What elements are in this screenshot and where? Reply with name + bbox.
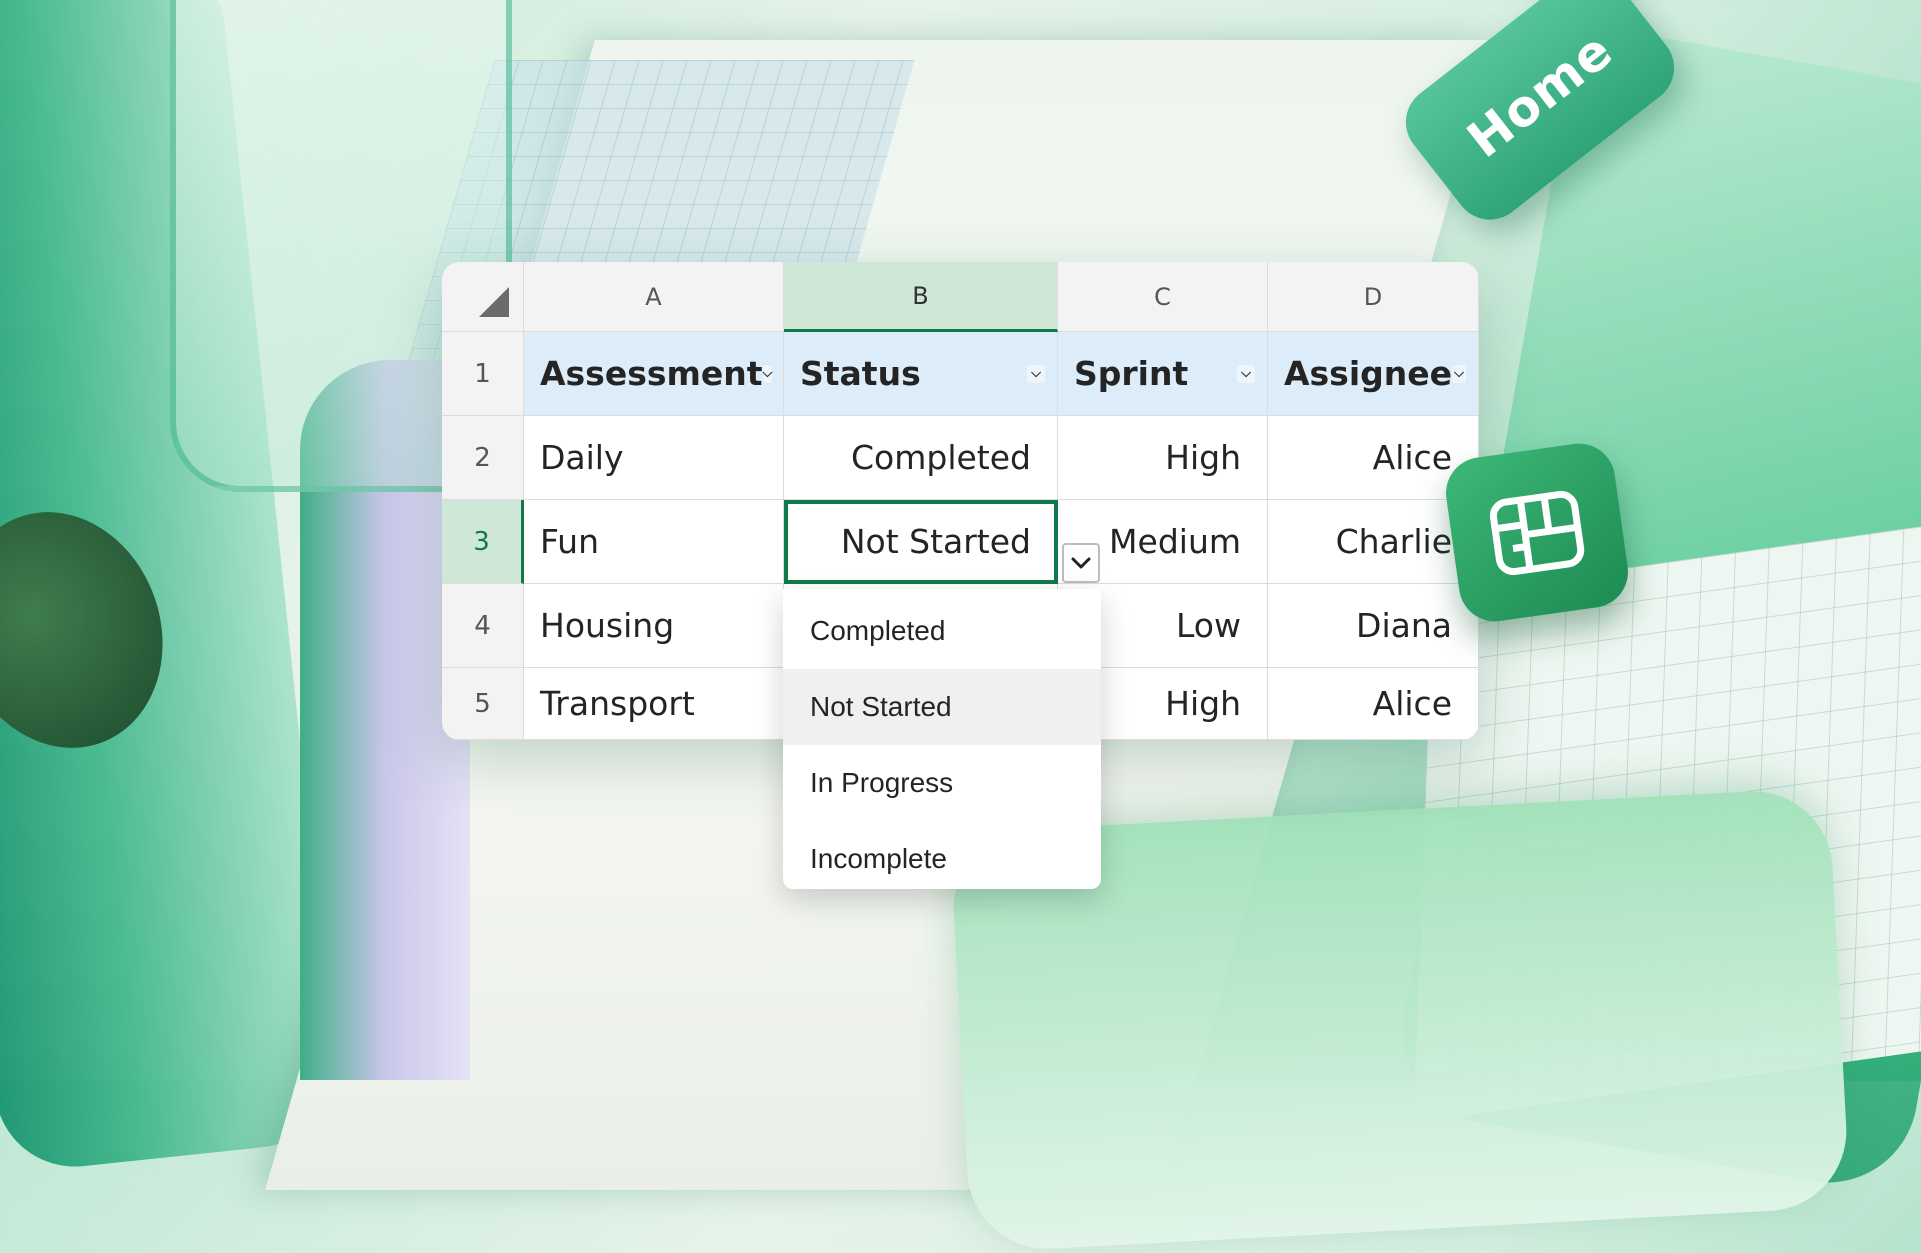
select-all-corner[interactable]	[442, 262, 524, 332]
header-label-sprint: Sprint	[1074, 354, 1189, 393]
table-glyph-icon	[1489, 490, 1585, 575]
dropdown-option-not-started[interactable]: Not Started	[783, 669, 1101, 745]
header-label-assignee: Assignee	[1284, 354, 1453, 393]
dropdown-option-in-progress[interactable]: In Progress	[783, 745, 1101, 821]
cell-b2[interactable]: Completed	[784, 416, 1058, 500]
status-dropdown-menu: Completed Not Started In Progress Incomp…	[783, 589, 1101, 889]
header-cell-status[interactable]: Status ⌵	[784, 332, 1058, 416]
header-label-assessment: Assessment	[540, 354, 763, 393]
cell-a3[interactable]: Fun	[524, 500, 784, 584]
filter-chevron-down-icon[interactable]: ⌵	[1452, 364, 1466, 383]
row-header-2[interactable]: 2	[442, 416, 524, 500]
filter-chevron-down-icon[interactable]: ⌵	[1237, 364, 1255, 383]
row-header-4[interactable]: 4	[442, 584, 524, 668]
filter-chevron-down-icon[interactable]: ⌵	[762, 364, 773, 383]
column-header-a[interactable]: A	[524, 262, 784, 332]
cell-b3-selected[interactable]: Not Started	[784, 500, 1058, 584]
header-label-status: Status	[800, 354, 921, 393]
excel-table-icon	[1441, 438, 1633, 627]
cell-d3[interactable]: Charlie	[1268, 500, 1479, 584]
dropdown-option-incomplete[interactable]: Incomplete	[783, 821, 1101, 897]
header-cell-assessment[interactable]: Assessment ⌵	[524, 332, 784, 416]
header-cell-sprint[interactable]: Sprint ⌵	[1058, 332, 1268, 416]
cell-c2[interactable]: High	[1058, 416, 1268, 500]
row-header-5[interactable]: 5	[442, 668, 524, 740]
column-header-d[interactable]: D	[1268, 262, 1479, 332]
column-header-b[interactable]: B	[784, 262, 1058, 332]
cell-a4[interactable]: Housing	[524, 584, 784, 668]
dropdown-button[interactable]	[1062, 543, 1100, 583]
column-header-c[interactable]: C	[1058, 262, 1268, 332]
select-all-triangle-icon	[479, 287, 509, 317]
chevron-down-icon	[1071, 557, 1091, 569]
row-header-1[interactable]: 1	[442, 332, 524, 416]
header-cell-assignee[interactable]: Assignee ⌵	[1268, 332, 1479, 416]
row-header-3[interactable]: 3	[442, 500, 524, 584]
cell-a5[interactable]: Transport	[524, 668, 784, 740]
filter-chevron-down-icon[interactable]: ⌵	[1027, 364, 1045, 383]
cell-d4[interactable]: Diana	[1268, 584, 1479, 668]
cell-d5[interactable]: Alice	[1268, 668, 1479, 740]
cell-a2[interactable]: Daily	[524, 416, 784, 500]
dropdown-option-completed[interactable]: Completed	[783, 593, 1101, 669]
